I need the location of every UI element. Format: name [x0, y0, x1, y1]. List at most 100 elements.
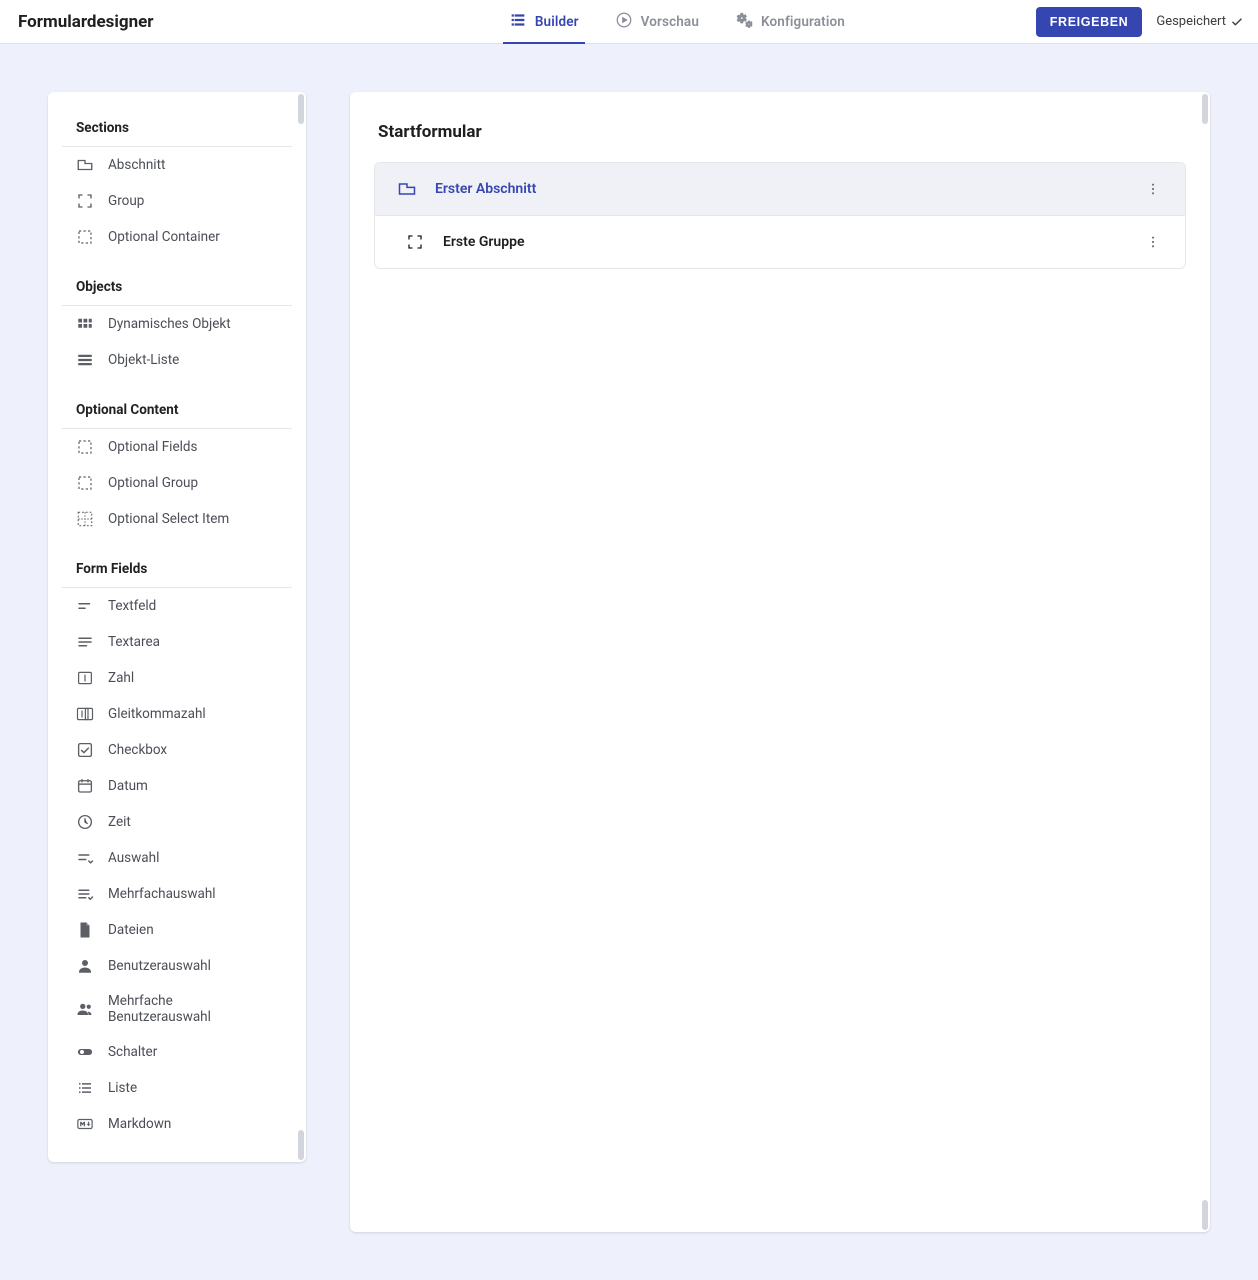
palette-item-label: Schalter [108, 1044, 157, 1060]
saved-status: Gespeichert [1156, 14, 1244, 29]
palette-item-optional-group[interactable]: Optional Group [62, 465, 292, 501]
palette-item-markdown[interactable]: Markdown [62, 1106, 292, 1142]
tab-icon [76, 156, 94, 174]
tab-vorschau[interactable]: Vorschau [609, 0, 705, 43]
form-title: Startformular [378, 122, 1182, 142]
palette-item-label: Gleitkommazahl [108, 706, 206, 722]
palette-item-label: Optional Group [108, 475, 198, 491]
tab-label: Vorschau [641, 14, 699, 30]
palette-item-abschnitt[interactable]: Abschnitt [62, 147, 292, 183]
palette-item-textfeld[interactable]: Textfeld [62, 588, 292, 624]
dashed-grid-icon [76, 510, 94, 528]
markdown-icon [76, 1115, 94, 1133]
grid-icon [76, 315, 94, 333]
app-title: Formulardesigner [18, 0, 318, 43]
palette-item-label: Optional Container [108, 229, 220, 245]
palette-item-label: Benutzerauswahl [108, 958, 211, 974]
palette-item-optional-container[interactable]: Optional Container [62, 219, 292, 255]
long-text-icon [76, 633, 94, 651]
palette-item-group[interactable]: Group [62, 183, 292, 219]
palette-item-liste[interactable]: Liste [62, 1070, 292, 1106]
palette-item-gleitkommazahl[interactable]: Gleitkommazahl [62, 696, 292, 732]
palette-item-label: Dateien [108, 922, 154, 938]
outline-group-row[interactable]: Erste Gruppe [375, 216, 1185, 268]
dashed-box-icon [76, 228, 94, 246]
canvas: Sections Abschnitt Group Optional Container… [0, 44, 1258, 1280]
palette-item-zahl[interactable]: Zahl [62, 660, 292, 696]
palette-item-dyn-object[interactable]: Dynamisches Objekt [62, 306, 292, 342]
person-icon [76, 957, 94, 975]
play-circle-icon [615, 11, 633, 33]
checkbox-icon [76, 741, 94, 759]
palette-section-title: Form Fields [62, 555, 292, 588]
float-box-icon [76, 705, 94, 723]
table-rows-icon [76, 351, 94, 369]
tab-konfiguration[interactable]: Konfiguration [729, 0, 851, 43]
brackets-icon [405, 232, 425, 252]
palette-item-checkbox[interactable]: Checkbox [62, 732, 292, 768]
number-box-icon [76, 669, 94, 687]
view-tabs: Builder Vorschau Konfiguration [338, 0, 1016, 43]
section-label: Erster Abschnitt [435, 181, 536, 197]
palette-item-label: Auswahl [108, 850, 159, 866]
section-menu-button[interactable] [1139, 175, 1167, 203]
multiselect-icon [76, 885, 94, 903]
group-label: Erste Gruppe [443, 234, 525, 250]
palette-item-object-list[interactable]: Objekt-Liste [62, 342, 292, 378]
tab-label: Builder [535, 14, 579, 30]
palette-item-label: Zahl [108, 670, 134, 686]
palette-item-dateien[interactable]: Dateien [62, 912, 292, 948]
list-icon [76, 1079, 94, 1097]
palette-item-label: Optional Fields [108, 439, 197, 455]
palette-item-label: Textfeld [108, 598, 156, 614]
palette-item-label: Optional Select Item [108, 511, 229, 527]
palette-item-textarea[interactable]: Textarea [62, 624, 292, 660]
scrollbar-thumb[interactable] [1202, 1200, 1208, 1230]
palette-item-label: Zeit [108, 814, 131, 830]
palette-item-label: Liste [108, 1080, 137, 1096]
people-icon [76, 1000, 94, 1018]
palette-item-zeit[interactable]: Zeit [62, 804, 292, 840]
palette-item-label: Mehrfachauswahl [108, 886, 216, 902]
palette-item-label: Abschnitt [108, 157, 165, 173]
palette-item-mehrfache-benutzerauswahl[interactable]: Mehrfache Benutzerauswahl [62, 984, 292, 1034]
group-menu-button[interactable] [1139, 228, 1167, 256]
palette-item-mehrfachauswahl[interactable]: Mehrfachauswahl [62, 876, 292, 912]
palette-section-title: Objects [62, 273, 292, 306]
palette-section-title: Sections [62, 114, 292, 147]
builder-surface: Startformular Erster Abschnitt Erste Gru… [350, 92, 1210, 1232]
palette-section-title: Optional Content [62, 396, 292, 429]
palette-item-optional-select-item[interactable]: Optional Select Item [62, 501, 292, 537]
clock-icon [76, 813, 94, 831]
topbar: Formulardesigner Builder Vorschau Konfig… [0, 0, 1258, 44]
toggle-icon [76, 1043, 94, 1061]
short-text-icon [76, 597, 94, 615]
scrollbar-thumb[interactable] [298, 1130, 304, 1160]
list-check-icon [509, 11, 527, 33]
form-outline: Erster Abschnitt Erste Gruppe [374, 162, 1186, 269]
palette-item-datum[interactable]: Datum [62, 768, 292, 804]
palette-item-schalter[interactable]: Schalter [62, 1034, 292, 1070]
scrollbar-thumb[interactable] [1202, 94, 1208, 124]
scrollbar-thumb[interactable] [298, 94, 304, 124]
tab-icon [397, 179, 417, 199]
publish-button[interactable]: FREIGEBEN [1036, 7, 1143, 37]
palette-item-auswahl[interactable]: Auswahl [62, 840, 292, 876]
palette-item-label: Markdown [108, 1116, 171, 1132]
palette-panel: Sections Abschnitt Group Optional Container… [48, 92, 306, 1162]
check-icon [1230, 15, 1244, 29]
palette-item-optional-fields[interactable]: Optional Fields [62, 429, 292, 465]
palette-item-label: Dynamisches Objekt [108, 316, 231, 332]
brackets-icon [76, 192, 94, 210]
palette-item-label: Mehrfache Benutzerauswahl [108, 993, 278, 1025]
palette-item-benutzerauswahl[interactable]: Benutzerauswahl [62, 948, 292, 984]
gears-icon [735, 11, 753, 33]
palette-item-label: Objekt-Liste [108, 352, 179, 368]
dashed-box-icon [76, 474, 94, 492]
outline-section-row[interactable]: Erster Abschnitt [375, 163, 1185, 216]
saved-label: Gespeichert [1156, 14, 1226, 29]
dashed-box-icon [76, 438, 94, 456]
tab-builder[interactable]: Builder [503, 0, 585, 43]
calendar-icon [76, 777, 94, 795]
select-icon [76, 849, 94, 867]
